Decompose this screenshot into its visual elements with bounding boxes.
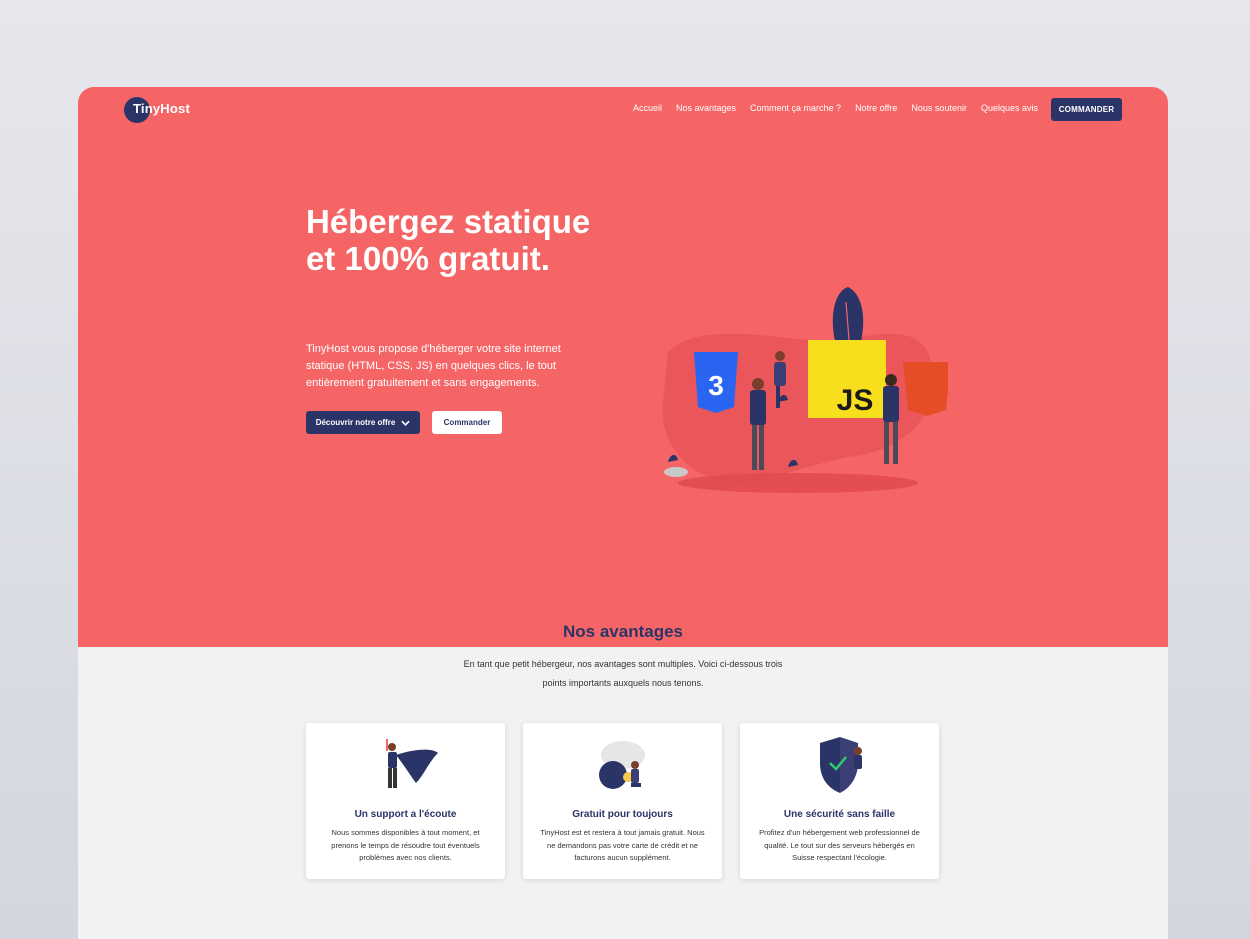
order-button[interactable]: Commander [432,411,502,434]
advantage-card-free: Gratuit pour toujours TinyHost est et re… [523,723,722,879]
nav-link-soutenir[interactable]: Nous soutenir [911,103,967,113]
main-nav: Accueil Nos avantages Comment ça marche … [633,103,1038,113]
chevron-down-icon [401,420,410,426]
discover-offer-button[interactable]: Découvrir notre offre [306,411,420,434]
card-text: TinyHost est et restera à tout jamais gr… [540,828,705,862]
nav-link-accueil[interactable]: Accueil [633,103,662,113]
hero-section: TinyHost Accueil Nos avantages Comment ç… [78,87,1168,647]
nav-link-avis[interactable]: Quelques avis [981,103,1038,113]
card-title: Un support a l'écoute [354,809,457,820]
piggy-bank-icon [599,741,645,789]
card-title: Gratuit pour toujours [572,809,673,820]
browser-frame: TinyHost Accueil Nos avantages Comment ç… [78,87,1168,939]
nav-link-avantages[interactable]: Nos avantages [676,103,736,113]
shield-icon [820,737,862,793]
hero-illustration: 3 JS [662,287,948,493]
advantages-description: En tant que petit hébergeur, nos avantag… [463,659,783,688]
html5-badge-icon [903,362,948,416]
advantage-card-security: Une sécurité sans faille Profitez d'un h… [740,723,939,879]
hero-title: Hébergez statique et 100% gratuit. [306,203,591,277]
card-text: Profitez d'un hébergement web profession… [759,828,920,862]
advantages-title: Nos avantages [563,622,683,641]
discover-offer-label: Découvrir notre offre [315,418,396,427]
brand-name: TinyHost [133,101,190,116]
superhero-icon [386,739,438,788]
js-badge-icon: JS [808,340,886,418]
card-text: Nous sommes disponibles à tout moment, e… [331,828,480,862]
card-title: Une sécurité sans faille [783,809,896,820]
nav-link-offre[interactable]: Notre offre [855,103,897,113]
logo[interactable]: TinyHost [124,97,190,123]
hero-description: TinyHost vous propose d'héberger votre s… [306,343,561,389]
css3-badge-icon: 3 [694,352,738,413]
advantage-card-support: Un support a l'écoute Nous sommes dispon… [306,723,505,879]
svg-text:JS: JS [837,384,874,417]
nav-link-comment[interactable]: Comment ça marche ? [750,103,841,113]
svg-text:3: 3 [708,370,724,401]
nav-order-button[interactable]: COMMANDER [1051,98,1122,121]
